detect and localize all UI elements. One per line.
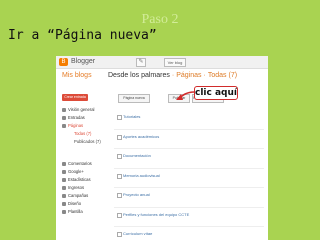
- click-here-callout: clic aquí: [194, 86, 238, 100]
- callout-arrow-icon: [176, 91, 195, 100]
